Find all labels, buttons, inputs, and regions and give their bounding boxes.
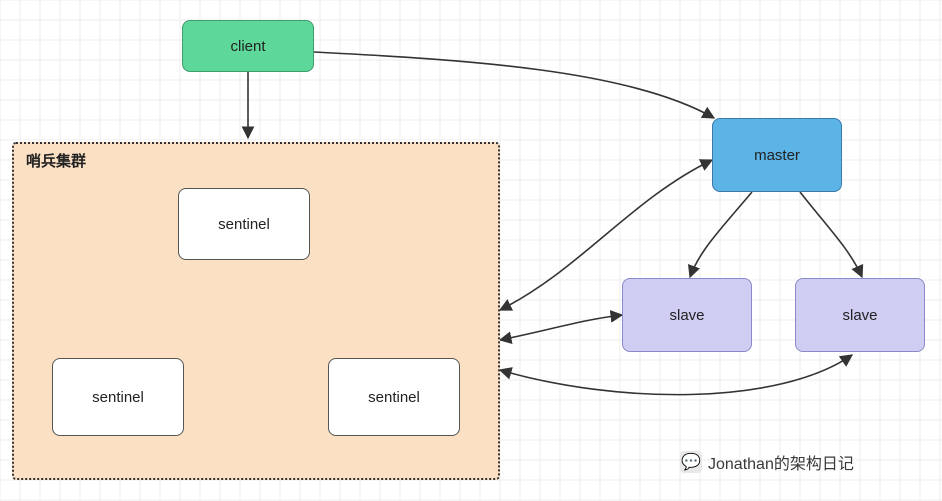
node-slave-2: slave (795, 278, 925, 352)
edge-cluster-slave1 (500, 315, 622, 340)
node-sentinel-right: sentinel (328, 358, 460, 436)
node-label: slave (842, 307, 877, 324)
cluster-label: 哨兵集群 (26, 150, 86, 171)
diagram-canvas: 哨兵集群 client master slave slave sentinel … (0, 0, 942, 501)
node-label: slave (669, 307, 704, 324)
node-sentinel-left: sentinel (52, 358, 184, 436)
node-label: sentinel (92, 389, 144, 406)
node-label: client (230, 38, 265, 55)
edge-client-master (314, 52, 714, 118)
edge-master-slave2 (800, 192, 862, 277)
node-client: client (182, 20, 314, 72)
watermark: 💬 Jonathan的架构日记 (680, 450, 854, 474)
node-slave-1: slave (622, 278, 752, 352)
node-master: master (712, 118, 842, 192)
node-label: master (754, 147, 800, 164)
edge-cluster-slave2 (500, 355, 852, 395)
node-sentinel-top: sentinel (178, 188, 310, 260)
watermark-text: Jonathan的架构日记 (708, 450, 854, 474)
node-label: sentinel (368, 389, 420, 406)
chat-icon: 💬 (680, 451, 702, 473)
node-label: sentinel (218, 216, 270, 233)
edge-master-slave1 (690, 192, 752, 277)
